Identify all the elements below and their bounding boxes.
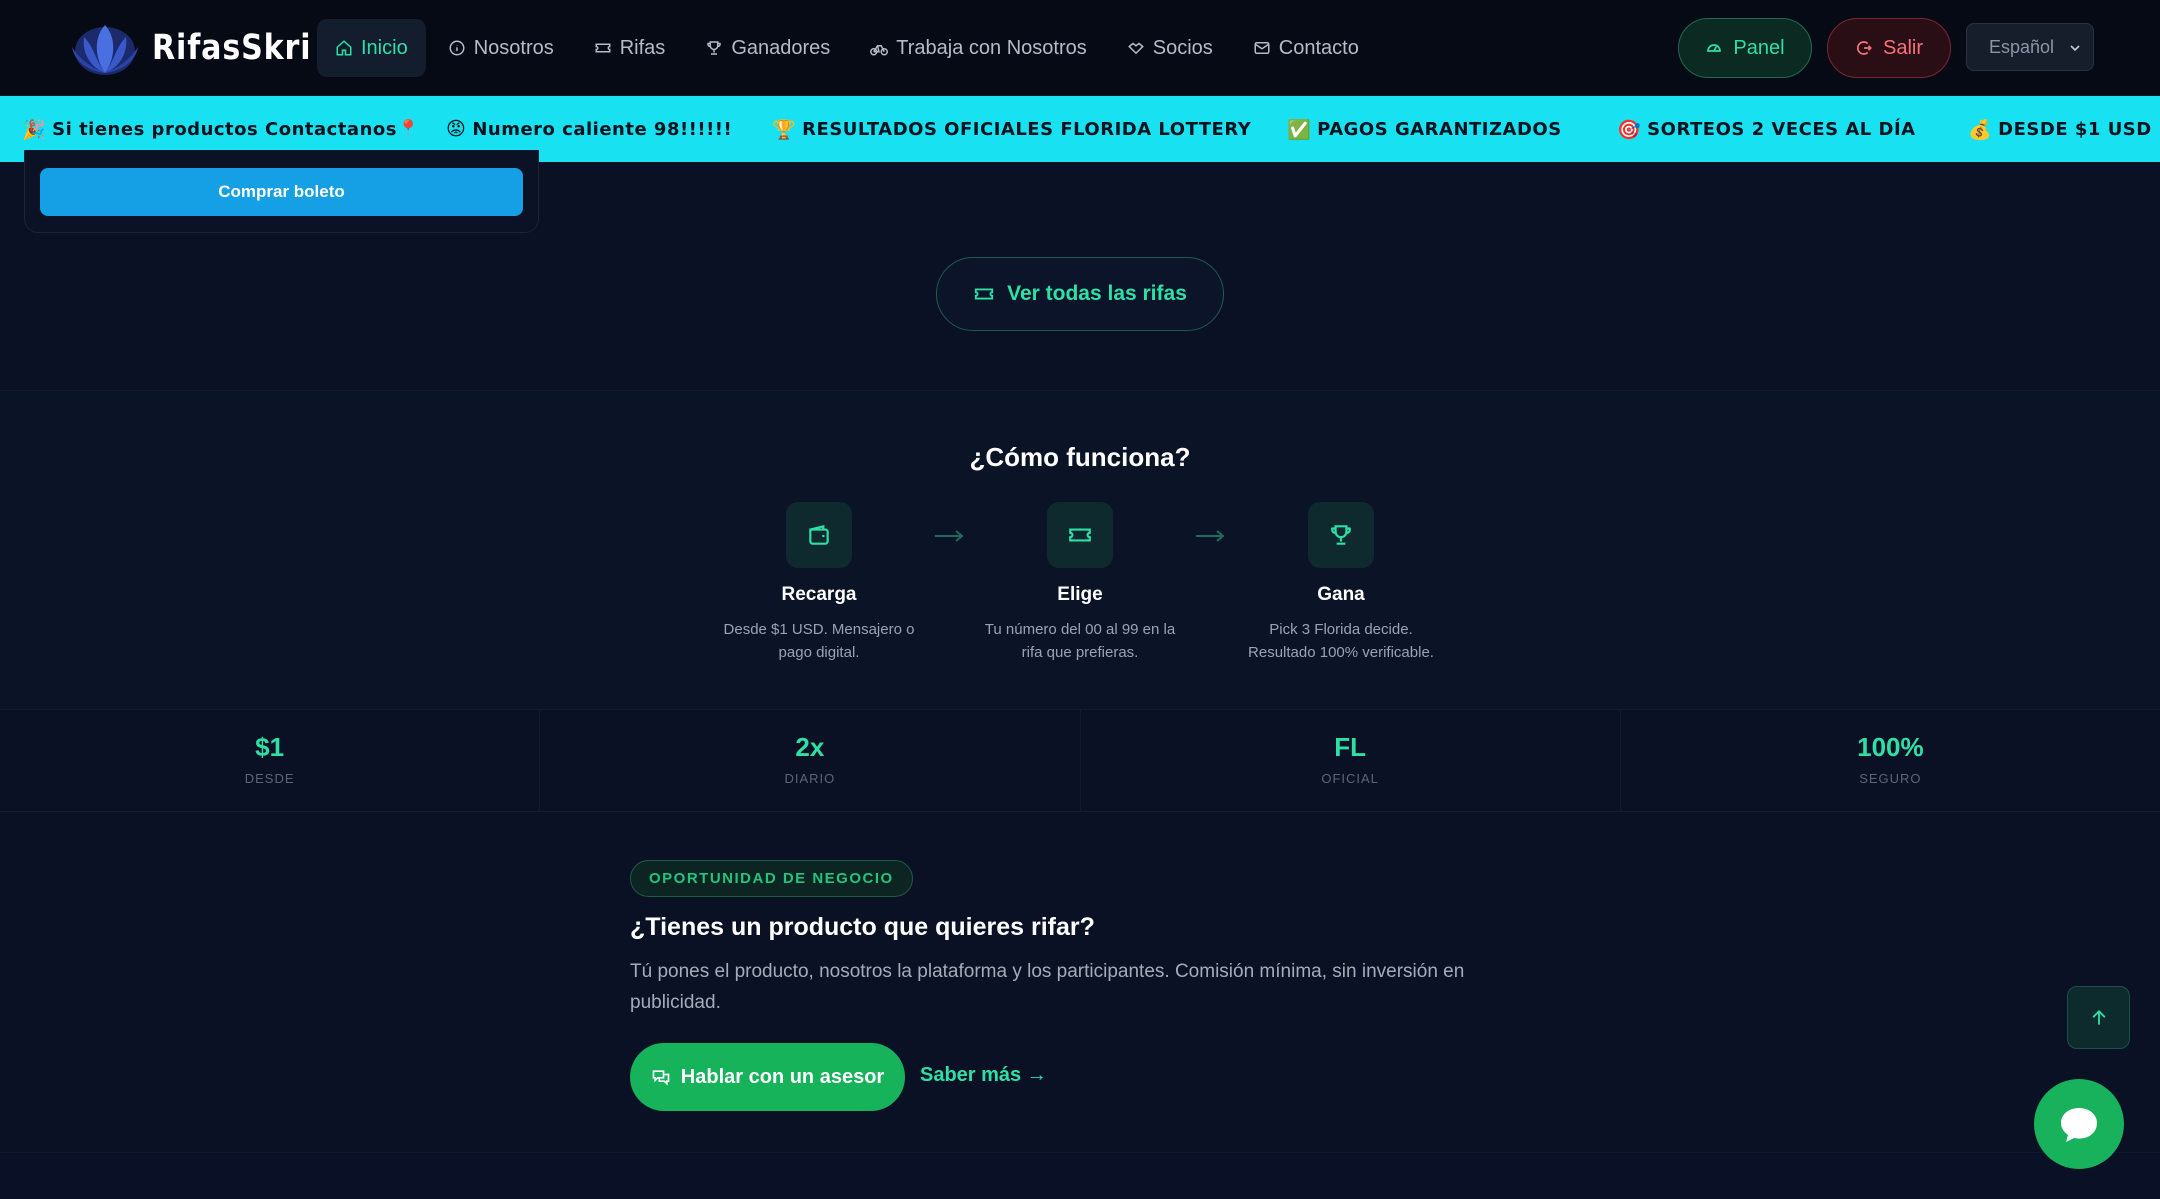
stats-bar: $1 DESDE 2x DIARIO FL OFICIAL 100% SEGUR… <box>0 709 2160 812</box>
stat-item: 2x DIARIO <box>540 710 1081 811</box>
scroll-to-top-button[interactable] <box>2067 986 2130 1049</box>
handshake-icon <box>1127 42 1144 55</box>
ticker-item: ✅ PAGOS GARANTIZADOS <box>1287 96 1562 162</box>
ticker-text: RESULTADOS OFICIALES FLORIDA LOTTERY <box>802 118 1252 140</box>
main-nav: Inicio Nosotros Rifas Ganadores Trabaja … <box>317 19 1381 77</box>
arrow-right-icon <box>935 530 964 542</box>
nav-item-rifas[interactable]: Rifas <box>576 19 684 77</box>
step-description: Pick 3 Florida decide. Resultado 100% ve… <box>1248 621 1434 661</box>
ticker-text: DESDE $1 USD <box>1998 118 2152 140</box>
step-recarga: Recarga Desde $1 USD. Mensajero o pago d… <box>714 502 924 664</box>
info-icon <box>449 40 465 56</box>
see-all-raffles-button[interactable]: Ver todas las rifas <box>936 257 1224 331</box>
nav-item-trabaja[interactable]: Trabaja con Nosotros <box>852 19 1104 77</box>
stat-item: FL OFICIAL <box>1081 710 1621 811</box>
stat-label: DESDE <box>244 771 295 786</box>
see-all-raffles-label: Ver todas las rifas <box>1007 282 1187 305</box>
step-description: Desde $1 USD. Mensajero o pago digital. <box>723 621 915 661</box>
talk-to-advisor-label: Hablar con un asesor <box>680 1065 885 1088</box>
nav-item-label: Nosotros <box>473 36 554 59</box>
bike-icon <box>870 45 889 56</box>
stat-label: SEGURO <box>1859 771 1922 786</box>
chevron-down-icon <box>2070 45 2080 52</box>
stat-label: OFICIAL <box>1321 771 1379 786</box>
ticket-icon <box>974 288 994 300</box>
chat-icon <box>652 1070 670 1086</box>
angry-face-icon: 😡 <box>446 118 467 140</box>
how-it-works-title: ¿Cómo funciona? <box>969 442 1191 472</box>
trophy-emoji-icon: 🏆 <box>772 118 797 141</box>
gauge-icon <box>1707 44 1722 52</box>
nav-item-nosotros[interactable]: Nosotros <box>430 19 572 77</box>
arrow-right-icon <box>1196 530 1225 542</box>
mail-icon <box>1254 42 1270 54</box>
lotus-logo-icon <box>72 24 138 75</box>
stat-value: 2x <box>795 732 825 762</box>
nav-item-label: Rifas <box>619 36 666 59</box>
ticker-text: SORTEOS 2 VECES AL DÍA <box>1647 118 1916 140</box>
step-gana: Gana Pick 3 Florida decide. Resultado 10… <box>1236 502 1446 664</box>
panel-button[interactable]: Panel <box>1678 18 1812 78</box>
brand-logo[interactable]: RifasSkri <box>64 17 337 79</box>
ticker-text: Si tienes productos Contactanos📍 <box>52 118 420 140</box>
ticker-item: 💰 DESDE $1 USD <box>1968 96 2152 162</box>
step-description: Tu número del 00 al 99 en la rifa que pr… <box>984 621 1176 661</box>
arrow-up-icon <box>2092 1009 2105 1025</box>
ticker-item: 🏆 RESULTADOS OFICIALES FLORIDA LOTTERY <box>772 96 1251 162</box>
top-navbar: RifasSkri Inicio Nosotros Rifas Ganadore… <box>0 0 2160 96</box>
step-elige: Elige Tu número del 00 al 99 en la rifa … <box>975 502 1185 664</box>
logout-button[interactable]: Salir <box>1827 18 1951 78</box>
home-icon <box>336 40 352 56</box>
brand-name: RifasSkri <box>152 27 312 68</box>
language-select-value: Español <box>1989 36 2055 57</box>
nav-item-inicio[interactable]: Inicio <box>317 19 426 77</box>
party-icon: 🎉 <box>22 118 47 141</box>
nav-item-label: Ganadores <box>731 36 831 59</box>
trophy-icon <box>1308 502 1374 568</box>
step-title: Recarga <box>781 584 857 605</box>
buy-ticket-button[interactable]: Comprar boleto <box>40 168 523 216</box>
nav-item-socios[interactable]: Socios <box>1109 19 1231 77</box>
ticker-text: PAGOS GARANTIZADOS <box>1317 118 1562 140</box>
stat-value: FL <box>1334 732 1366 762</box>
stat-value: $1 <box>255 732 285 762</box>
chat-bubble-icon <box>2061 1108 2097 1142</box>
nav-item-label: Inicio <box>361 36 408 59</box>
check-mark-icon: ✅ <box>1287 118 1312 141</box>
wallet-icon <box>786 502 852 568</box>
nav-item-label: Socios <box>1152 36 1213 59</box>
language-select[interactable]: Español <box>1966 23 2094 71</box>
ticker-item: 🎯 SORTEOS 2 VECES AL DÍA <box>1617 96 1916 162</box>
panel-button-label: Panel <box>1733 36 1785 59</box>
nav-item-label: Trabaja con Nosotros <box>896 36 1087 59</box>
ticker-text: Numero caliente 98!!!!!! <box>472 118 733 140</box>
stat-item: $1 DESDE <box>0 710 541 811</box>
money-bag-icon: 💰 <box>1968 118 1993 141</box>
ticket-icon <box>595 43 611 53</box>
nav-item-label: Contacto <box>1278 36 1359 59</box>
logout-button-label: Salir <box>1882 36 1923 59</box>
trophy-icon <box>707 41 722 55</box>
stat-label: DIARIO <box>784 771 836 786</box>
chat-widget-button[interactable] <box>2034 1079 2124 1169</box>
logout-icon <box>1856 41 1872 55</box>
business-badge: OPORTUNIDAD DE NEGOCIO <box>630 860 913 897</box>
target-icon: 🎯 <box>1617 118 1642 141</box>
talk-to-advisor-button[interactable]: Hablar con un asesor <box>630 1043 905 1111</box>
stat-item: 100% SEGURO <box>1621 710 2160 811</box>
business-title: ¿Tienes un producto que quieres rifar? <box>630 913 1095 941</box>
nav-item-ganadores[interactable]: Ganadores <box>687 19 848 77</box>
step-title: Elige <box>1057 584 1103 605</box>
stat-value: 100% <box>1857 732 1924 762</box>
step-title: Gana <box>1317 584 1365 605</box>
next-section <box>0 1152 2160 1199</box>
learn-more-link[interactable]: Saber más → <box>920 1064 1047 1087</box>
business-description: Tú pones el producto, nosotros la plataf… <box>630 961 1465 1013</box>
nav-item-contacto[interactable]: Contacto <box>1235 19 1377 77</box>
ticket-icon <box>1047 502 1113 568</box>
